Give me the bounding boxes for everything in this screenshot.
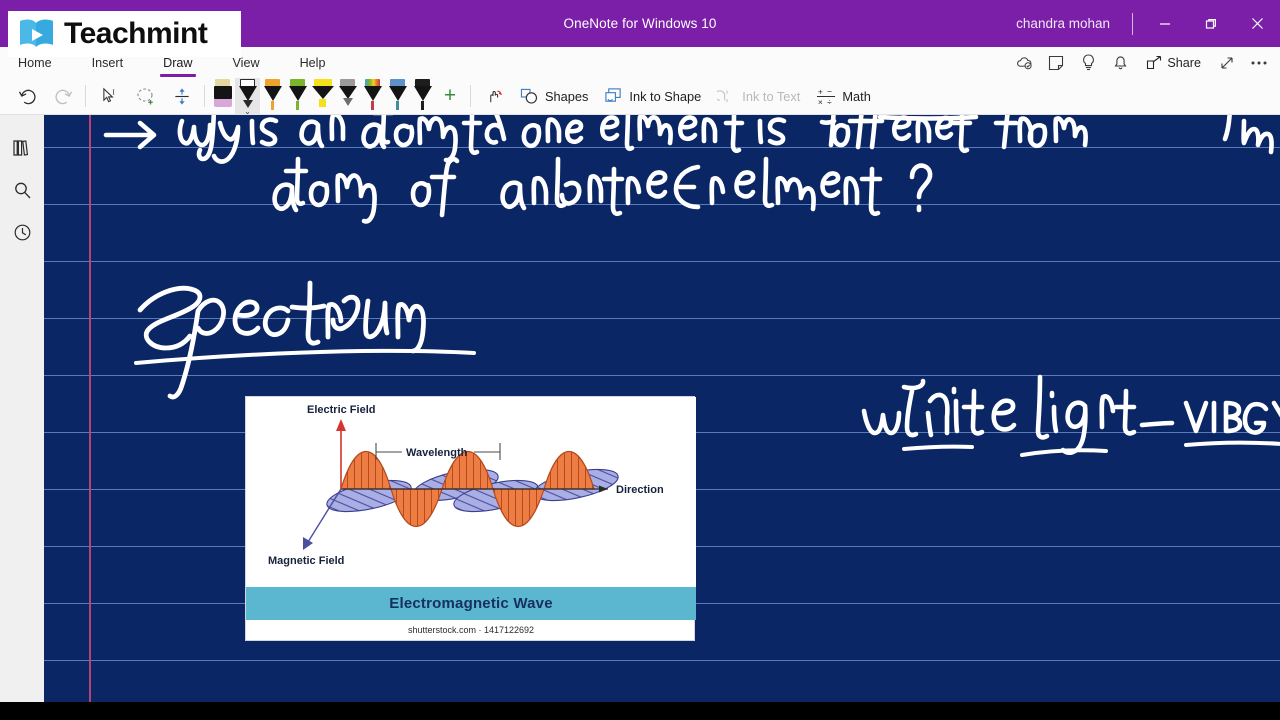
ink-to-shape-button[interactable]: Ink to Shape: [596, 80, 709, 113]
tab-view-label: View: [232, 55, 260, 70]
sticky-note-icon[interactable]: [1041, 47, 1071, 78]
rule-line: [44, 204, 1280, 205]
tab-home-label: Home: [18, 55, 52, 70]
ink-to-text-button[interactable]: a a Ink to Text: [709, 80, 808, 113]
embedded-image-electromagnetic-wave[interactable]: Electric Field Magnetic Field Wavelength…: [245, 396, 696, 641]
expand-diagonal-icon[interactable]: [1212, 47, 1242, 78]
account-name[interactable]: chandra mohan: [1016, 16, 1110, 31]
rule-line: [44, 261, 1280, 262]
math-icon: + − × ÷: [817, 87, 836, 106]
sync-cloud-icon[interactable]: [1009, 47, 1039, 78]
rule-line: [44, 318, 1280, 319]
pen-black-selected[interactable]: ⌄: [235, 77, 260, 116]
ribbon-divider-3: [470, 85, 471, 107]
shapes-button[interactable]: Shapes: [512, 80, 596, 113]
note-page-canvas[interactable]: Electric Field Magnetic Field Wavelength…: [44, 115, 1280, 702]
search-icon[interactable]: [0, 169, 44, 211]
recent-clock-icon[interactable]: [0, 211, 44, 253]
label-wavelength: Wavelength: [406, 447, 468, 459]
insert-space-icon[interactable]: [165, 80, 199, 113]
lightbulb-icon[interactable]: [1073, 47, 1103, 78]
pencil-gray[interactable]: [335, 78, 360, 115]
onenote-window: OneNote for Windows 10 chandra mohan Hom…: [0, 0, 1280, 720]
pen-green[interactable]: [285, 78, 310, 115]
ribbon-divider-1: [85, 85, 86, 107]
menubar-right-tools: Share: [1009, 47, 1274, 78]
bottom-letterbox-bar: [0, 702, 1280, 720]
svg-text:−: −: [827, 87, 832, 97]
add-pen-label: +: [443, 84, 457, 107]
electromagnetic-wave-figure: Electric Field Magnetic Field Wavelength…: [246, 397, 696, 587]
embedded-image-caption: Electromagnetic Wave: [246, 587, 696, 620]
share-label: Share: [1167, 55, 1201, 70]
tab-help[interactable]: Help: [290, 47, 336, 78]
math-label: Math: [842, 88, 871, 104]
svg-text:+: +: [818, 87, 823, 97]
label-electric-field: Electric Field: [307, 404, 375, 416]
pen-orange[interactable]: [260, 78, 285, 115]
teachmint-logo-overlay: Teachmint: [8, 11, 241, 57]
pen-blue[interactable]: [385, 78, 410, 115]
pen-gallery: ⌄: [210, 77, 435, 116]
ink-to-shape-label: Ink to Shape: [629, 88, 702, 104]
ink-to-text-icon: a a: [717, 89, 729, 104]
tab-draw-label: Draw: [163, 55, 193, 70]
draw-ribbon: I ⌄ + Shapes Ink to Shape a a Ink to Tex…: [0, 77, 1280, 116]
embedded-image-watermark: shutterstock.com · 1417122692: [407, 625, 535, 635]
restore-button[interactable]: [1188, 0, 1234, 47]
window-controls: [1142, 0, 1280, 47]
lasso-hand-icon[interactable]: [478, 80, 512, 113]
more-ellipsis-icon[interactable]: [1244, 47, 1274, 78]
eraser-tool[interactable]: [210, 78, 235, 115]
ink-to-text-label: Ink to Text: [742, 88, 801, 104]
teachmint-book-play-logo: [20, 19, 53, 47]
svg-text:×: ×: [818, 97, 823, 106]
shapes-label: Shapes: [545, 88, 589, 104]
tab-insert-label: Insert: [91, 55, 124, 70]
rule-line: [44, 147, 1280, 148]
teachmint-brand-name: Teachmint: [64, 17, 208, 50]
redo-button[interactable]: [46, 80, 80, 113]
label-direction: Direction: [616, 484, 664, 496]
left-navigation-rail: [0, 115, 44, 702]
add-pen-button[interactable]: +: [435, 80, 465, 113]
lasso-select-icon[interactable]: [129, 80, 163, 113]
minimize-button[interactable]: [1142, 0, 1188, 47]
select-text-icon[interactable]: I: [93, 80, 127, 113]
highlighter-yellow[interactable]: [310, 78, 335, 115]
pen-rainbow-red[interactable]: [360, 78, 385, 115]
rule-line: [44, 660, 1280, 661]
ribbon-divider-2: [204, 85, 205, 107]
bell-notification-icon[interactable]: [1105, 47, 1135, 78]
titlebar-divider: [1132, 12, 1133, 35]
shapes-icon: [520, 88, 538, 104]
ink-to-shape-icon: [605, 88, 622, 102]
page-margin-line: [89, 115, 91, 702]
rule-line: [44, 375, 1280, 376]
math-button[interactable]: + − × ÷ Math: [808, 80, 878, 113]
svg-text:÷: ÷: [827, 97, 832, 106]
label-magnetic-field: Magnetic Field: [268, 555, 344, 567]
svg-text:a: a: [726, 89, 729, 96]
svg-text:I: I: [112, 88, 115, 97]
share-button[interactable]: Share: [1137, 47, 1210, 78]
svg-text:a: a: [726, 97, 729, 104]
undo-button[interactable]: [10, 80, 44, 113]
tab-help-label: Help: [299, 55, 326, 70]
share-icon: [1147, 55, 1162, 70]
pen-black[interactable]: [410, 78, 435, 115]
active-tab-indicator: [159, 74, 196, 77]
notebooks-icon[interactable]: [0, 127, 44, 169]
close-button[interactable]: [1234, 0, 1280, 47]
